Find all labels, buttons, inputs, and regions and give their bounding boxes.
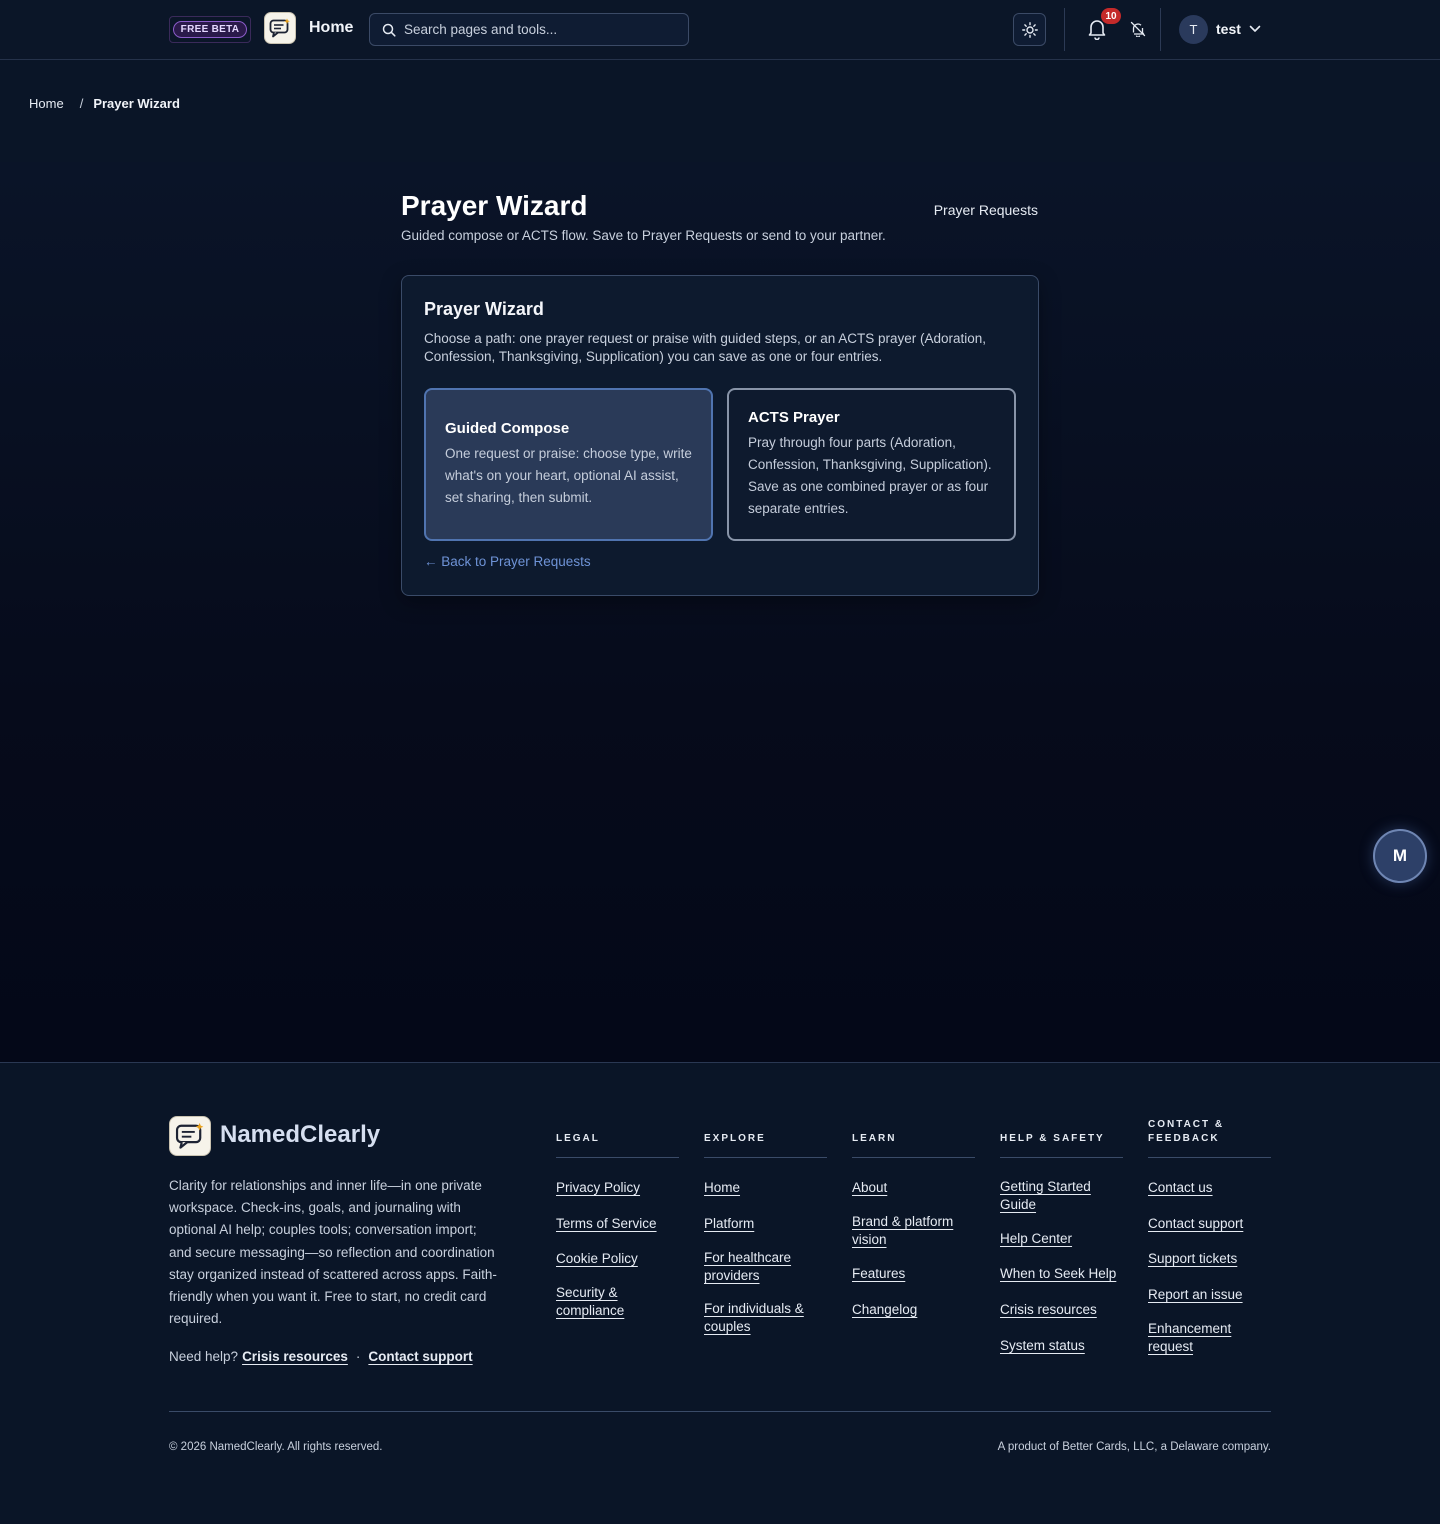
footer-help-line: Need help? Crisis resources · Contact su… [169,1349,473,1364]
footer-column-help-safety: HELP & SAFETY Getting Started Guide Help… [1000,1120,1123,1355]
footer-column-heading: LEGAL [556,1120,679,1158]
breadcrumb-bar: Home / Prayer Wizard [0,60,1440,162]
footer-column-heading: CONTACT & FEEDBACK [1148,1119,1271,1158]
footer-column-heading: EXPLORE [704,1120,827,1158]
footer-link[interactable]: When to Seek Help [1000,1266,1116,1281]
footer-blurb: Clarity for relationships and inner life… [169,1178,497,1327]
beta-label: FREE BETA [172,21,248,38]
search-input[interactable] [404,22,674,37]
option-title: ACTS Prayer [748,409,840,426]
footer-link[interactable]: Help Center [1000,1231,1072,1246]
footer-link-list: About Brand & platform vision Features C… [852,1179,975,1319]
user-menu[interactable]: T test [1179,14,1261,44]
footer-link[interactable]: Enhancement request [1148,1321,1231,1354]
site-footer: NamedClearly Clarity for relationships a… [0,1062,1440,1524]
footer-link[interactable]: Terms of Service [556,1216,657,1231]
option-description: One request or praise: choose type, writ… [445,446,692,505]
acts-prayer-option[interactable]: ACTS Prayer Pray through four parts (Ado… [727,388,1016,541]
back-to-prayer-requests-link[interactable]: ← Back to Prayer Requests [424,554,591,569]
footer-link[interactable]: Crisis resources [1000,1302,1097,1317]
footer-product-note: A product of Better Cards, LLC, a Delawa… [997,1441,1271,1453]
footer-brand: NamedClearly [220,1121,381,1148]
search-box[interactable] [369,13,689,46]
footer-link[interactable]: Contact support [1148,1216,1243,1231]
footer-link-list: Contact us Contact support Support ticke… [1148,1179,1271,1356]
header-divider [1064,8,1065,51]
page-subtitle: Guided compose or ACTS flow. Save to Pra… [401,228,886,243]
footer-copyright: © 2026 NamedClearly. All rights reserved… [169,1441,383,1453]
home-link[interactable]: Home [309,19,353,37]
footer-link[interactable]: Report an issue [1148,1287,1243,1302]
mute-notifications-button[interactable] [1127,18,1149,40]
floating-assistant-button[interactable]: M [1373,829,1427,883]
wizard-title: Prayer Wizard [424,299,544,319]
footer-link[interactable]: Brand & platform vision [852,1214,953,1247]
footer-column-heading: LEARN [852,1120,975,1158]
chat-bubble-logo-icon [175,1123,204,1149]
theme-toggle-button[interactable] [1013,13,1046,46]
footer-link-list: Getting Started Guide Help Center When t… [1000,1178,1123,1355]
chat-bubble-logo-icon [269,18,290,38]
footer-link[interactable]: System status [1000,1338,1085,1353]
chevron-down-icon [1249,25,1261,32]
footer-link[interactable]: Security & compliance [556,1285,624,1318]
footer-link[interactable]: Home [704,1180,740,1195]
notification-count-badge: 10 [1101,8,1121,24]
help-prefix: Need help? [169,1349,239,1364]
footer-column-heading: HELP & SAFETY [1000,1120,1123,1158]
wizard-description: Choose a path: one prayer request or pra… [424,331,987,364]
footer-link-list: Home Platform For healthcare providers F… [704,1179,827,1336]
breadcrumb: Home / Prayer Wizard [29,96,180,111]
header-divider [1160,8,1161,51]
app-logo[interactable] [264,12,296,44]
option-title: Guided Compose [445,420,570,437]
top-header: FREE BETA Home Search pages and tools...… [0,0,1440,60]
footer-link[interactable]: Cookie Policy [556,1251,638,1266]
footer-column-contact-feedback: CONTACT & FEEDBACK Contact us Contact su… [1148,1119,1271,1356]
breadcrumb-current: Prayer Wizard [93,96,180,111]
beta-badge: FREE BETA [169,16,251,43]
wizard-card: Prayer Wizard Choose a path: one prayer … [401,275,1039,596]
footer-link-list: Privacy Policy Terms of Service Cookie P… [556,1179,679,1320]
help-separator: · [355,1349,361,1364]
footer-link[interactable]: Contact us [1148,1180,1213,1195]
avatar: T [1179,14,1208,44]
footer-column-legal: LEGAL Privacy Policy Terms of Service Co… [556,1120,679,1320]
breadcrumb-home[interactable]: Home [29,96,64,111]
option-description: Pray through four parts (Adoration, Conf… [748,435,992,516]
footer-logo[interactable] [169,1116,211,1156]
user-name: test [1216,21,1241,37]
footer-column-learn: LEARN About Brand & platform vision Feat… [852,1120,975,1319]
prayer-requests-link[interactable]: Prayer Requests [934,202,1038,218]
footer-link[interactable]: For healthcare providers [704,1250,791,1283]
contact-support-link[interactable]: Contact support [368,1349,472,1364]
footer-link[interactable]: Getting Started Guide [1000,1179,1091,1212]
search-icon [382,23,396,37]
footer-divider [169,1411,1271,1412]
footer-link[interactable]: Platform [704,1216,754,1231]
footer-link[interactable]: For individuals & couples [704,1301,804,1334]
footer-column-explore: EXPLORE Home Platform For healthcare pro… [704,1120,827,1336]
footer-link[interactable]: Support tickets [1148,1251,1237,1266]
footer-link[interactable]: Features [852,1266,905,1281]
sun-icon [1021,21,1038,38]
page-title: Prayer Wizard [401,190,588,221]
bell-off-icon [1130,21,1146,37]
breadcrumb-separator: / [79,96,84,111]
main-content: Prayer Wizard Guided compose or ACTS flo… [0,162,1440,1062]
crisis-resources-link[interactable]: Crisis resources [242,1349,348,1364]
guided-compose-option[interactable]: Guided Compose One request or praise: ch… [424,388,713,541]
footer-link[interactable]: Changelog [852,1302,917,1317]
footer-link[interactable]: About [852,1180,887,1195]
footer-link[interactable]: Privacy Policy [556,1180,640,1195]
